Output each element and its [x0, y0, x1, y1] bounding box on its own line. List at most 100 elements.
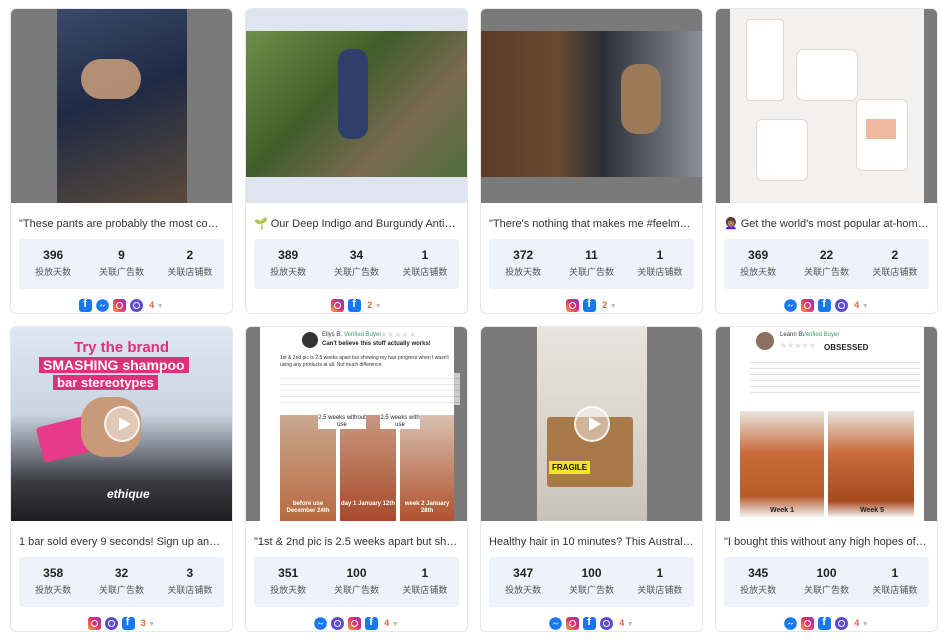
platform-icons: 3 ▼ [11, 615, 232, 631]
stores-label: 关联店铺数 [167, 267, 213, 277]
audience-network-icon [600, 616, 614, 630]
ad-title: 1 bar sold every 9 seconds! Sign up and … [19, 536, 224, 548]
more-platforms-dropdown[interactable]: 2 ▼ [602, 300, 616, 310]
facebook-icon [818, 616, 832, 630]
ad-card[interactable]: 👩🏽‍🦱 Get the world's most popular at-hom… [715, 8, 938, 314]
verified-badge: Verified Buyer [802, 332, 840, 338]
stats-panel: 347 投放天数 100 关联广告数 1 关联店铺数 [489, 557, 694, 607]
more-platforms-dropdown[interactable]: 2 ▼ [367, 300, 381, 310]
days-count: 372 [513, 248, 534, 262]
days-count: 347 [513, 566, 534, 580]
instagram-icon [801, 616, 815, 630]
chevron-down-icon: ▼ [374, 303, 382, 310]
reviewer-name: Ellys B. [322, 332, 343, 338]
ad-title: 🌱 Our Deep Indigo and Burgundy Antido... [254, 218, 459, 230]
days-label: 投放天数 [505, 585, 542, 595]
date-label-3: week 2 January 28th [404, 501, 450, 514]
days-label: 投放天数 [35, 267, 72, 277]
ad-card[interactable]: "These pants are probably the most comfo… [10, 8, 233, 314]
ad-thumbnail[interactable]: FRAGILE [481, 327, 702, 521]
ad-thumbnail[interactable]: Ellys B. Verified Buyer ★★★★★ Can't beli… [246, 327, 467, 521]
more-platforms-dropdown[interactable]: 4 ▼ [149, 300, 163, 310]
chevron-down-icon: ▼ [148, 621, 156, 628]
chevron-down-icon: ▼ [626, 621, 634, 628]
instagram-icon [87, 616, 101, 630]
stars: ★★★★★ [380, 330, 416, 339]
stores-count: 1 [421, 248, 429, 262]
days-count: 396 [43, 248, 64, 262]
ads-label: 关联广告数 [568, 585, 614, 595]
stats-panel: 351 投放天数 100 关联广告数 1 关联店铺数 [254, 557, 459, 607]
more-platforms-dropdown[interactable]: 3 ▼ [141, 618, 155, 628]
ad-title: Healthy hair in 10 minutes? This Austral… [489, 536, 694, 548]
ad-card[interactable]: 🌱 Our Deep Indigo and Burgundy Antido...… [245, 8, 468, 314]
ad-thumbnail[interactable] [246, 9, 467, 203]
ad-thumbnail[interactable]: Try the brand SMASHING shampoo bar stere… [11, 327, 232, 521]
review-headline: Can't believe this stuff actually works! [322, 341, 431, 347]
week-label-2: Week 5 [860, 507, 884, 514]
ads-label: 关联广告数 [568, 267, 614, 277]
ad-thumbnail[interactable] [11, 9, 232, 203]
play-icon[interactable] [573, 406, 610, 442]
week-label-1: Week 1 [770, 507, 794, 514]
days-count: 351 [278, 566, 299, 580]
stores-label: 关联店铺数 [637, 267, 683, 277]
instagram-icon [348, 616, 362, 630]
facebook-icon [818, 298, 832, 312]
days-count: 358 [43, 566, 64, 580]
stores-label: 关联店铺数 [402, 585, 448, 595]
ads-label: 关联广告数 [803, 267, 849, 277]
stats-panel: 389 投放天数 34 关联广告数 1 关联店铺数 [254, 239, 459, 289]
audience-network-icon [835, 616, 849, 630]
instagram-icon [801, 298, 815, 312]
audience-network-icon [331, 616, 345, 630]
ad-card[interactable]: Leann B. Verified Buyer ★★★★★ OBSESSED W… [715, 326, 938, 632]
stores-count: 1 [891, 566, 899, 580]
instagram-icon [566, 616, 580, 630]
ad-thumbnail[interactable] [716, 9, 937, 203]
messenger-icon [784, 298, 798, 312]
stores-label: 关联店铺数 [637, 585, 683, 595]
days-label: 投放天数 [505, 267, 542, 277]
days-count: 345 [748, 566, 769, 580]
instagram-icon [331, 298, 345, 312]
ad-card[interactable]: Try the brand SMASHING shampoo bar stere… [10, 326, 233, 632]
ad-card[interactable]: "There's nothing that makes me #feelmore… [480, 8, 703, 314]
stores-label: 关联店铺数 [872, 267, 918, 277]
chevron-down-icon: ▼ [391, 621, 399, 628]
stores-count: 3 [186, 566, 194, 580]
days-label: 投放天数 [270, 585, 307, 595]
ad-thumbnail[interactable] [481, 9, 702, 203]
stats-panel: 372 投放天数 11 关联广告数 1 关联店铺数 [489, 239, 694, 289]
more-platforms-dropdown[interactable]: 4 ▼ [854, 300, 868, 310]
messenger-icon [314, 616, 328, 630]
ad-card[interactable]: FRAGILE Healthy hair in 10 minutes? This… [480, 326, 703, 632]
ad-card[interactable]: Ellys B. Verified Buyer ★★★★★ Can't beli… [245, 326, 468, 632]
stats-panel: 345 投放天数 100 关联广告数 1 关联店铺数 [724, 557, 929, 607]
review-body: 1st & 2nd pic is 2.5 weeks apart but sho… [280, 355, 449, 368]
date-label-2: day 1 January 12th [340, 501, 396, 507]
ad-card-grid: "These pants are probably the most comfo… [10, 8, 938, 632]
ads-count: 100 [346, 566, 367, 580]
more-platforms-dropdown[interactable]: 4 ▼ [384, 618, 398, 628]
more-platforms-dropdown[interactable]: 4 ▼ [619, 618, 633, 628]
play-icon[interactable] [103, 406, 140, 442]
days-count: 369 [748, 248, 769, 262]
more-platforms-dropdown[interactable]: 4 ▼ [854, 618, 868, 628]
ads-count: 9 [118, 248, 125, 262]
reviewer-name: Leann B. [780, 332, 805, 338]
ad-thumbnail[interactable]: Leann B. Verified Buyer ★★★★★ OBSESSED W… [716, 327, 937, 521]
platform-icons: 4 ▼ [716, 297, 937, 313]
review-headline: OBSESSED [824, 343, 869, 352]
stats-panel: 358 投放天数 32 关联广告数 3 关联店铺数 [19, 557, 224, 607]
messenger-icon [96, 298, 110, 312]
ads-count: 11 [585, 248, 598, 262]
ad-title: "These pants are probably the most comfo… [19, 218, 224, 230]
stores-count: 1 [656, 248, 664, 262]
stats-panel: 396 投放天数 9 关联广告数 2 关联店铺数 [19, 239, 224, 289]
messenger-icon [549, 616, 563, 630]
platform-icons: 4 ▼ [716, 615, 937, 631]
platform-icons: 2 ▼ [246, 297, 467, 313]
chevron-down-icon: ▼ [861, 303, 869, 310]
promo-line-2: SMASHING shampoo [39, 357, 189, 373]
